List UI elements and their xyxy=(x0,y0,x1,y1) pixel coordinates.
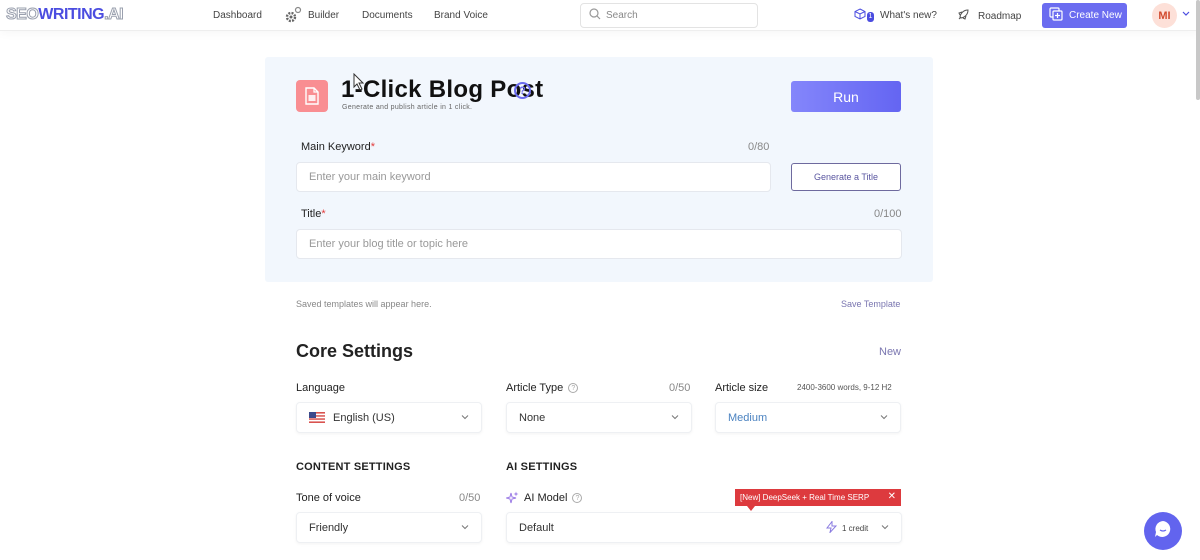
sparkle-icon xyxy=(504,491,519,509)
tone-of-voice-label: Tone of voice xyxy=(296,492,361,504)
tone-of-voice-select[interactable]: Friendly xyxy=(296,512,482,543)
add-document-icon xyxy=(1049,7,1069,24)
logo[interactable]: SEOWRITING.AI xyxy=(5,6,124,24)
chevron-down-icon xyxy=(461,525,469,530)
new-link[interactable]: New xyxy=(879,346,901,358)
chevron-down-icon[interactable] xyxy=(1182,10,1190,19)
chevron-down-icon xyxy=(461,415,469,420)
article-type-value: None xyxy=(519,411,546,424)
close-icon[interactable]: ✕ xyxy=(888,491,896,502)
gears-icon xyxy=(283,6,303,29)
article-size-value: Medium xyxy=(728,411,768,424)
title-input[interactable]: Enter your blog title or topic here xyxy=(296,229,902,259)
top-navigation-bar: SEOWRITING.AI Dashboard Builder Document… xyxy=(0,0,1200,31)
roadmap-button[interactable]: Roadmap xyxy=(957,8,1021,24)
create-new-button[interactable]: Create New xyxy=(1042,3,1127,28)
required-marker: * xyxy=(370,141,375,153)
search-placeholder: Search xyxy=(606,10,638,21)
title-label: Title* xyxy=(301,208,326,220)
roadmap-label: Roadmap xyxy=(978,10,1022,22)
main-keyword-placeholder: Enter your main keyword xyxy=(309,171,431,183)
user-avatar[interactable]: MI xyxy=(1152,3,1177,28)
tooltip-arrow xyxy=(747,506,755,511)
chat-bubble-icon xyxy=(1153,519,1173,544)
main-keyword-label: Main Keyword* xyxy=(301,141,375,153)
us-flag-icon xyxy=(309,412,325,423)
ai-model-value: Default xyxy=(519,521,554,534)
required-marker: * xyxy=(321,208,326,220)
language-value: English (US) xyxy=(333,411,395,424)
search-input[interactable]: Search xyxy=(580,3,758,28)
chevron-down-icon xyxy=(880,415,888,420)
mouse-cursor-icon xyxy=(353,72,365,96)
nav-builder[interactable]: Builder xyxy=(308,10,339,21)
main-keyword-input[interactable]: Enter your main keyword xyxy=(296,162,771,192)
tone-value: Friendly xyxy=(309,521,349,534)
chevron-down-icon xyxy=(671,415,679,420)
title-counter: 0/100 xyxy=(874,208,902,220)
deepseek-announcement-tooltip: [New] DeepSeek + Real Time SERP ✕ xyxy=(735,489,901,511)
chat-support-button[interactable] xyxy=(1144,512,1182,550)
article-type-label: Article Type? xyxy=(506,382,579,394)
whats-new-button[interactable]: 1 What's new? xyxy=(854,8,937,23)
rocket-icon xyxy=(957,8,978,24)
help-icon[interactable]: ? xyxy=(514,82,531,99)
nav-documents[interactable]: Documents xyxy=(362,10,413,21)
core-settings-heading: Core Settings xyxy=(296,341,414,361)
article-type-select[interactable]: None xyxy=(506,402,692,433)
nav-brand-voice[interactable]: Brand Voice xyxy=(434,10,488,21)
chevron-down-icon xyxy=(881,525,889,530)
credit-cost: 1 credit xyxy=(825,520,869,535)
nav-dashboard[interactable]: Dashboard xyxy=(213,10,262,21)
box-icon xyxy=(854,8,866,23)
page-subtitle: Generate and publish article in 1 click. xyxy=(342,104,473,111)
credit-label: 1 credit xyxy=(842,523,869,533)
notification-badge: 1 xyxy=(867,12,874,22)
ai-settings-heading: AI SETTINGS xyxy=(506,461,578,473)
language-label: Language xyxy=(296,382,345,394)
saved-templates-text: Saved templates will appear here. xyxy=(296,299,432,309)
help-icon[interactable]: ? xyxy=(568,383,579,394)
tone-counter: 0/50 xyxy=(459,492,481,504)
run-button[interactable]: Run xyxy=(791,81,901,112)
help-icon[interactable]: ? xyxy=(572,493,583,504)
search-icon xyxy=(589,8,606,23)
title-placeholder: Enter your blog title or topic here xyxy=(309,238,468,250)
page-scrollbar[interactable] xyxy=(1196,0,1200,100)
generate-title-button[interactable]: Generate a Title xyxy=(791,163,901,191)
article-size-hint: 2400-3600 words, 9-12 H2 xyxy=(797,383,892,392)
whats-new-label: What's new? xyxy=(880,10,937,21)
article-size-label: Article size xyxy=(715,382,769,394)
article-type-counter: 0/50 xyxy=(669,382,691,394)
main-keyword-counter: 0/80 xyxy=(748,141,770,153)
content-settings-heading: CONTENT SETTINGS xyxy=(296,461,411,473)
article-size-select[interactable]: Medium xyxy=(715,402,901,433)
lightning-icon xyxy=(825,520,842,535)
create-new-label: Create New xyxy=(1069,10,1122,21)
tooltip-text: [New] DeepSeek + Real Time SERP xyxy=(740,493,870,502)
language-select[interactable]: English (US) xyxy=(296,402,482,433)
document-icon xyxy=(296,80,328,112)
ai-model-label: AI Model? xyxy=(524,492,583,504)
save-template-link[interactable]: Save Template xyxy=(841,299,900,309)
